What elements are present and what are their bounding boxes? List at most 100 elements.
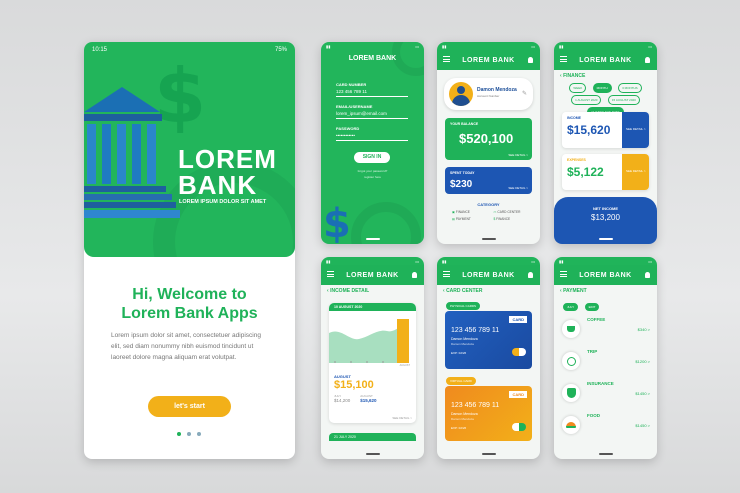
payment-item-coffee[interactable]: COFFEE $340 > [562,313,650,345]
card-brand: CARD [509,316,527,323]
section-title: ‹ FINANCE [560,73,586,79]
menu-icon[interactable] [560,56,567,62]
bell-icon[interactable] [412,272,417,278]
date-bar[interactable]: 10 AUGUST 2020 [329,303,416,311]
income-see-detail[interactable]: SEE DETAIL > [622,112,649,148]
category-card-center[interactable]: ▭ CARD CENTER [494,210,533,214]
dot[interactable] [197,432,201,436]
august-value: $15,620 [360,398,377,403]
bell-icon[interactable] [645,57,650,63]
payment-screen: ▮▮ ▭ LOREM BANK ‹ PAYMENT JULY EDIT COFFE… [554,257,657,459]
spent-see-detail[interactable]: SEE DETAIL > [508,186,528,190]
category-finance[interactable]: ▣ FINANCE [452,210,491,214]
balance-see-detail[interactable]: SEE DETAIL > [508,153,528,157]
coffee-icon [562,320,580,338]
payment-amount: $340 > [637,326,650,332]
globe-icon [562,352,580,370]
filter-to-date[interactable]: 15 AUGUST 2020 [607,95,640,105]
card-number: 123 456 789 11 [451,327,500,334]
net-income-amount: $13,200 [591,213,620,222]
back-icon[interactable]: ‹ [560,288,562,294]
physical-card[interactable]: CARD 123 456 789 11 Damon Mendoza Damon … [445,311,532,369]
section-title: ‹ CARD CENTER [443,288,483,294]
user-name: Damon Mendoza [477,87,517,93]
forgot-password-link[interactable]: forgot your password? [321,169,424,173]
page-indicator [177,432,201,436]
filter-from-date[interactable]: 1 AUGUST 2020 [571,95,602,105]
app-header: LOREM BANK [321,265,424,285]
bell-icon[interactable] [645,272,650,278]
burger-icon [562,416,580,434]
shield-icon [562,384,580,402]
lets-start-button[interactable]: let's start [148,396,231,417]
next-date-bar[interactable]: 21 JULY 2020 [329,433,416,441]
back-icon[interactable]: ‹ [327,288,329,294]
home-indicator [365,453,380,455]
register-link[interactable]: register here [321,175,424,179]
status-bar: ▮▮ ▭ [326,43,419,49]
card-number-field[interactable]: 123 456 789 11 [336,87,408,97]
email-field[interactable]: lorem_ipsum@email.com [336,109,408,119]
see-detail-link[interactable]: SEE DETAIL > [392,416,412,420]
payment-item-trip[interactable]: TRIP $1200 > [562,345,650,377]
status-bar: ▮▮ ▭ [437,42,540,50]
card-expiry: EXP: 02/26 [451,351,467,355]
header-title: LOREM BANK [462,271,515,279]
back-icon[interactable]: ‹ [443,288,445,294]
app-header: LOREM BANK [437,50,540,70]
bell-icon[interactable] [528,57,533,63]
virtual-card[interactable]: CARD 123 456 789 11 Damon Mendoza Damon … [445,386,532,441]
expenses-card[interactable]: EXPENSES $5,122 SEE DETAIL > [562,154,649,190]
spent-amount: $230 [450,179,473,190]
payment-item-insurance[interactable]: INSURANCE $1450 > [562,377,650,409]
income-detail-screen: ▮▮ ▭ LOREM BANK ‹ INCOME DETAIL 10 AUGUST… [321,257,424,459]
balance-amount: $520,100 [459,131,514,146]
month-label: AUGUST [334,374,351,379]
net-income-card[interactable]: NET INCOME $13,200 [554,197,657,244]
home-indicator [365,238,380,240]
card-number: 123 456 789 11 [451,402,500,409]
spent-card[interactable]: SPENT TODAY $230 SEE DETAIL > [445,167,532,194]
income-card[interactable]: INCOME $15,620 SEE DETAIL > [562,112,649,148]
card-holder: Damon Mendoza [451,412,478,416]
income-chart [329,319,409,363]
category-payment[interactable]: ▤ PAYMENT [452,217,491,221]
menu-icon[interactable] [560,271,567,277]
physical-cards-tag[interactable]: PHYSICAL CARDS [446,302,481,310]
expenses-see-detail[interactable]: SEE DETAIL > [622,154,649,190]
back-icon[interactable]: ‹ [560,73,562,79]
balance-card[interactable]: YOUR BALANCE $520,100 SEE DETAIL > [445,118,532,160]
home-indicator [598,453,613,455]
welcome-hero: $ 10:15 75% LOREM BANK LOREM IPSUM DOLOR… [84,42,295,257]
balance-label: YOUR BALANCE [450,122,479,126]
sign-in-button[interactable]: SIGN IN [354,152,390,163]
menu-icon[interactable] [443,56,450,62]
status-bar: ▮▮ ▭ [554,257,657,265]
category-finance-2[interactable]: $ FINANCE [494,217,533,221]
login-screen: $ ▮▮ ▭ LOREM BANK CARD NUMBER 123 456 789… [321,42,424,244]
tab-july[interactable]: JULY [563,303,579,311]
filter-week[interactable]: WEEK [569,83,587,93]
profile-card[interactable]: Damon Mendoza Account Number ✎ [444,78,533,110]
bell-icon[interactable] [528,272,533,278]
menu-icon[interactable] [327,271,334,277]
heading-line2: Lorem Bank Apps [121,305,258,322]
edit-icon[interactable]: ✎ [522,90,527,97]
section-title: ‹ INCOME DETAIL [327,288,370,294]
svg-text:$: $ [323,201,351,244]
filter-month[interactable]: MONTH [592,83,612,93]
card-chip-icon [512,423,526,431]
payment-item-food[interactable]: FOOD $1450 > [562,409,650,441]
payment-name: FOOD [587,413,600,418]
virtual-card-tag[interactable]: VIRTUAL CARD [446,377,476,385]
card-expiry: EXP: 02/26 [451,426,467,430]
income-amount: $15,620 [567,123,611,137]
dot[interactable] [187,432,191,436]
dot-active[interactable] [177,432,181,436]
chart-card: 10 AUGUST 2020 AUGUST AUGUST $15,100 JUL… [329,303,416,423]
welcome-screen: $ 10:15 75% LOREM BANK LOREM IPSUM DOLOR… [84,42,295,459]
menu-icon[interactable] [443,271,450,277]
password-field[interactable]: •••••••••••• [336,131,408,141]
tab-edit[interactable]: EDIT [584,303,600,311]
filter-3-months[interactable]: 3 MONTHS [618,83,642,93]
